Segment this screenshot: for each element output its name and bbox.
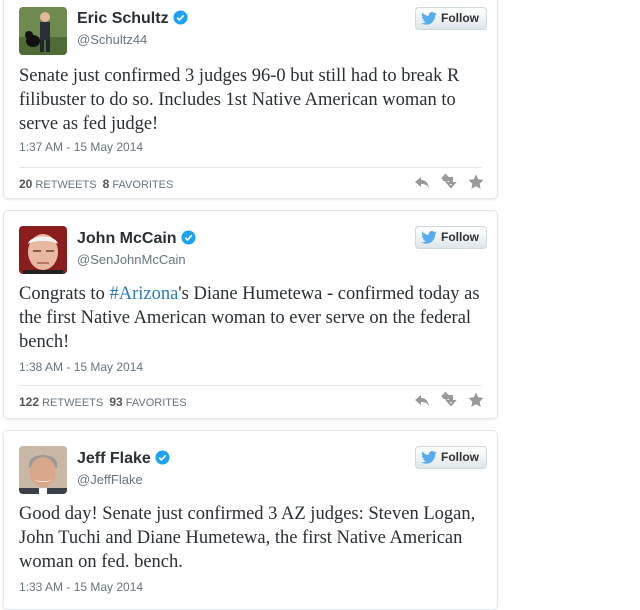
retweet-icon[interactable] [440,173,458,191]
display-name[interactable]: Jeff Flake [77,450,170,468]
twitter-bird-icon [421,231,437,244]
favorite-star-icon[interactable] [467,173,485,191]
display-name[interactable]: Eric Schultz [77,10,188,28]
tweet-card: Jeff Flake @JeffFlake Follow Good day! S… [3,430,498,610]
retweet-icon[interactable] [440,391,458,409]
user-handle[interactable]: @JeffFlake [77,472,143,487]
verified-badge-icon [181,230,196,245]
divider [19,167,482,168]
tweet-stats: 20 RETWEETS 8 FAVORITES [19,177,173,191]
hashtag-link[interactable]: #Arizona [109,284,178,304]
user-handle[interactable]: @Schultz44 [77,32,147,47]
reply-icon[interactable] [413,391,431,409]
twitter-bird-icon [421,451,437,464]
follow-button[interactable]: Follow [415,226,487,249]
timestamp[interactable]: 1:33 AM - 15 May 2014 [19,580,143,594]
follow-button[interactable]: Follow [415,7,487,30]
tweet-text: Good day! Senate just confirmed 3 AZ jud… [19,504,476,572]
twitter-bird-icon [421,12,437,25]
user-handle[interactable]: @SenJohnMcCain [77,252,186,267]
follow-button[interactable]: Follow [415,446,487,469]
tweet-card: Eric Schultz @Schultz44 Follow Senate ju… [3,0,498,199]
avatar[interactable] [19,226,67,274]
favorite-count[interactable]: 8 FAVORITES [103,177,174,191]
timestamp[interactable]: 1:38 AM - 15 May 2014 [19,360,143,374]
tweet-text: Congrats to #Arizona's Diane Humetewa - … [19,284,480,352]
display-name[interactable]: John McCain [77,230,196,248]
timestamp[interactable]: 1:37 AM - 15 May 2014 [19,140,143,154]
verified-badge-icon [173,10,188,25]
divider [19,385,482,386]
favorite-star-icon[interactable] [467,391,485,409]
retweet-count[interactable]: 20 RETWEETS [19,177,97,191]
favorite-count[interactable]: 93 FAVORITES [109,395,186,409]
tweet-actions [413,173,485,191]
reply-icon[interactable] [413,173,431,191]
tweet-actions [413,391,485,409]
tweet-stats: 122 RETWEETS 93 FAVORITES [19,395,187,409]
tweet-card: John McCain @SenJohnMcCain Follow Congra… [3,210,498,419]
tweet-text: Senate just confirmed 3 judges 96-0 but … [19,66,460,134]
avatar[interactable] [19,7,67,55]
avatar[interactable] [19,446,67,494]
retweet-count[interactable]: 122 RETWEETS [19,395,103,409]
verified-badge-icon [155,450,170,465]
